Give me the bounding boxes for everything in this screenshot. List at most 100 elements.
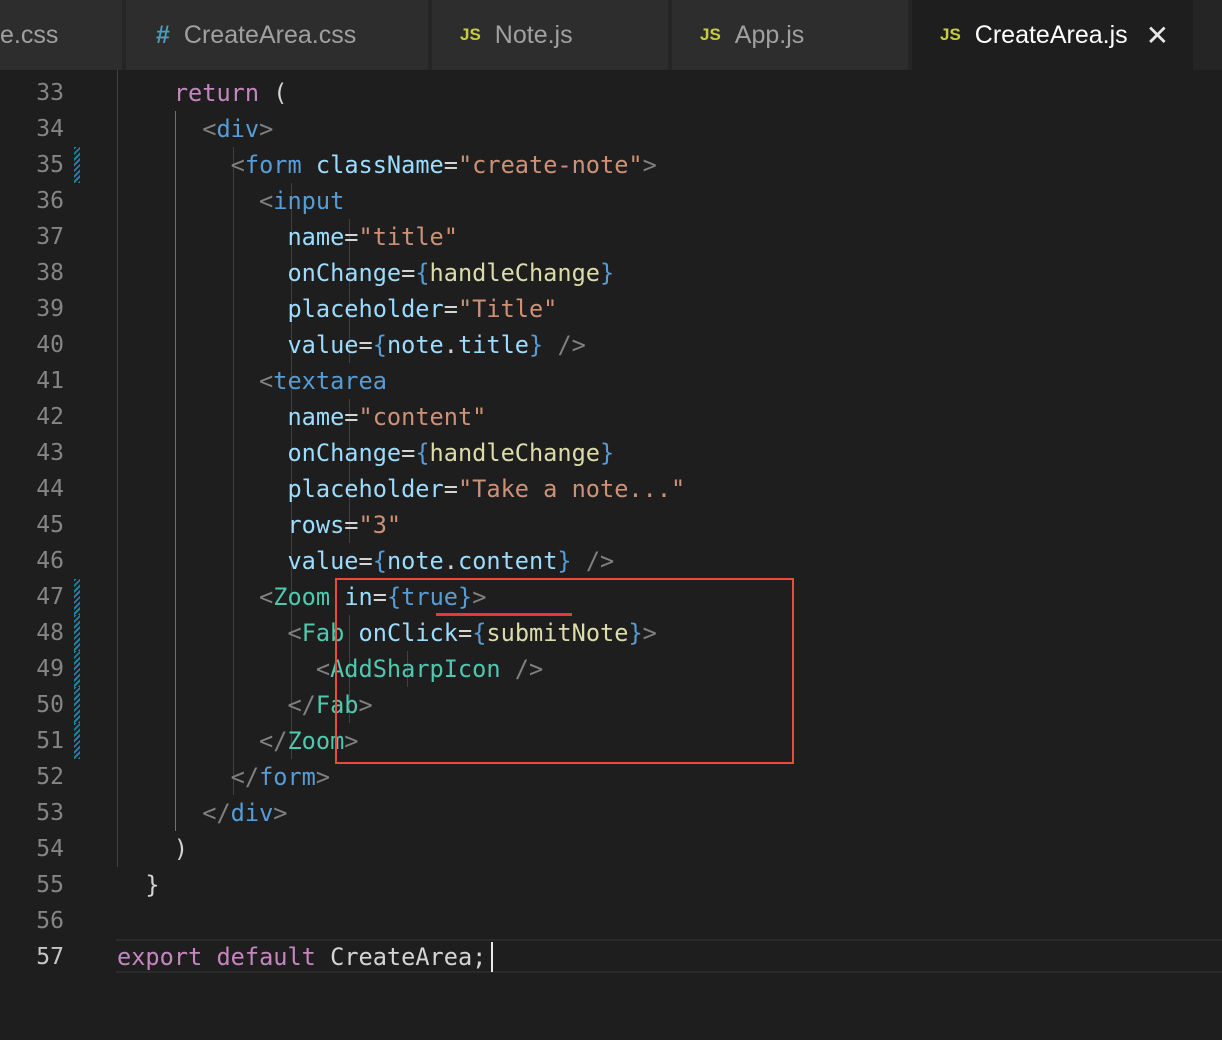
code-line[interactable]: 46 value={note.content} /> [0,543,1222,579]
git-modified-marker[interactable] [74,579,80,615]
code-token: = [344,403,359,431]
code-line[interactable]: 38 onChange={handleChange} [0,255,1222,291]
close-icon[interactable]: ✕ [1146,19,1169,52]
js-file-icon: JS [700,25,721,44]
editor-tab-bar: e.css # CreateArea.css JS Note.js JS App… [0,0,1222,70]
code-line[interactable]: 44 placeholder="Take a note..." [0,471,1222,507]
code-line[interactable]: 54 ) [0,831,1222,867]
code-token: = [401,259,416,287]
tab-app-js[interactable]: JS App.js [672,0,910,70]
line-number: 47 [36,584,64,610]
tab-label: Note.js [494,20,573,49]
code-token: < [287,619,302,647]
code-line[interactable]: 37 name="title" [0,219,1222,255]
code-line[interactable]: 43 onChange={handleChange} [0,435,1222,471]
code-token: value [287,331,359,359]
code-text: name="title" [117,223,458,251]
code-line[interactable]: 36 <input [0,183,1222,219]
code-text: <input [117,188,344,214]
code-token: </ [230,763,260,791]
code-token: . [443,331,458,359]
git-modified-marker[interactable] [74,615,80,651]
code-token: = [443,151,458,179]
line-number: 33 [36,80,64,106]
code-line[interactable]: 57 export default CreateArea; [0,939,1222,975]
code-token: className [315,151,444,179]
code-token: export [117,943,203,971]
git-modified-marker[interactable] [74,147,80,183]
code-token: value [287,547,359,575]
code-token: } [600,439,615,467]
code-token: "Title" [457,295,558,323]
code-line[interactable]: 42 name="content" [0,399,1222,435]
code-token: = [358,331,373,359]
code-token: rows [287,511,345,539]
line-number: 55 [36,872,64,898]
code-token: { [415,439,430,467]
code-line[interactable]: 39 placeholder="Title" [0,291,1222,327]
js-file-icon: JS [460,25,481,44]
code-token: = [344,223,359,251]
line-number: 35 [36,152,64,178]
code-token: ; [472,943,487,971]
line-number: 43 [36,440,64,466]
line-number: 46 [36,548,64,574]
code-token: default [216,943,316,971]
code-text: <textarea [117,368,387,394]
code-token: </ [287,691,316,719]
code-line[interactable]: 56 [0,903,1222,939]
code-token: Zoom [273,583,331,611]
code-token: < [202,115,217,143]
code-token: "Take a note..." [457,475,686,503]
code-line[interactable]: 53 </div> [0,795,1222,831]
code-line[interactable]: 34 <div> [0,111,1222,147]
code-token: form [244,151,302,179]
code-token: "title" [358,223,458,251]
code-token: textarea [273,367,387,395]
code-token: } [145,871,160,899]
code-text: placeholder="Take a note..." [117,476,685,502]
code-token: = [401,439,416,467]
code-line[interactable]: 52 </form> [0,759,1222,795]
git-modified-marker[interactable] [74,723,80,759]
code-token: = [358,547,373,575]
code-token: /> [543,331,586,359]
line-number: 51 [36,728,64,754]
line-number: 42 [36,404,64,430]
code-token: > [259,115,274,143]
tab-note-js[interactable]: JS Note.js [432,0,670,70]
line-number: 54 [36,836,64,862]
line-number: 53 [36,800,64,826]
code-text: value={note.title} /> [117,331,586,359]
git-modified-marker[interactable] [74,651,80,687]
git-modified-marker[interactable] [74,687,80,723]
code-line[interactable]: 45 rows="3" [0,507,1222,543]
tab-createarea-js[interactable]: JS CreateArea.js ✕ [912,0,1195,70]
code-token: { [372,547,387,575]
code-token: name [287,403,345,431]
code-line[interactable]: 55 } [0,867,1222,903]
code-line[interactable]: 40 value={note.title} /> [0,327,1222,363]
tab-createarea-css[interactable]: # CreateArea.css [126,0,430,70]
code-line[interactable]: 35 <form className="create-note"> [0,147,1222,183]
code-line[interactable]: 33 return ( [0,75,1222,111]
js-file-icon: JS [940,25,961,44]
code-editor[interactable]: 33 return (34 <div> 35 <form className="c… [0,70,1222,1040]
code-token: placeholder [287,295,444,323]
code-text: value={note.content} /> [117,548,614,574]
code-token: } [529,331,544,359]
tab-e-css[interactable]: e.css [0,0,124,70]
code-token: "3" [358,511,402,539]
code-text: rows="3" [117,512,401,538]
code-line[interactable]: 41 <textarea [0,363,1222,399]
line-number: 34 [36,116,64,142]
